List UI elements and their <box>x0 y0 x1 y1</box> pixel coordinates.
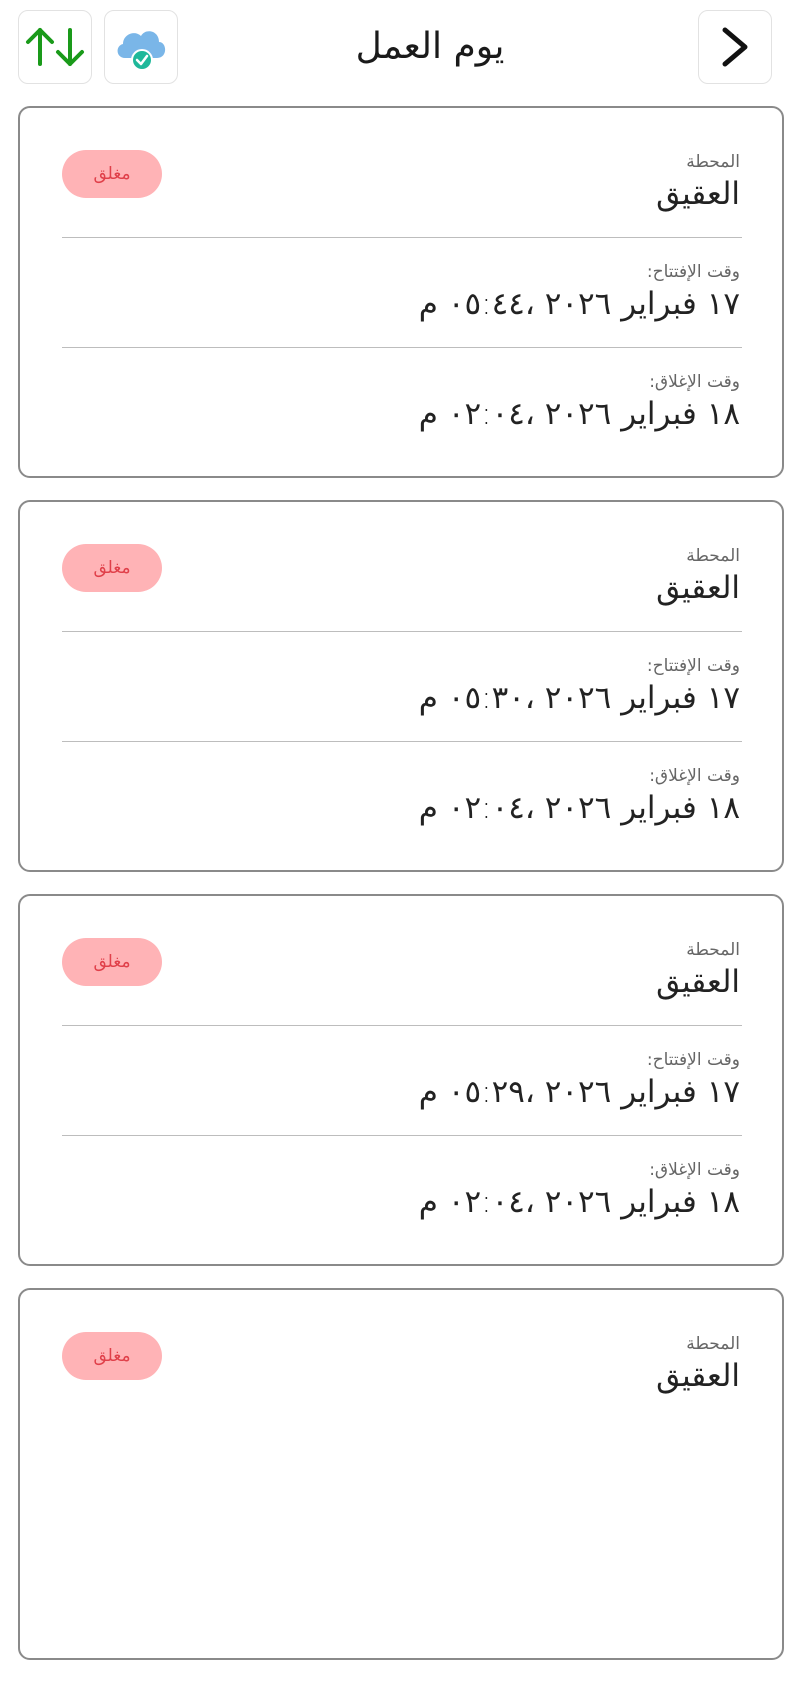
open-time-section: وقت الإفتتاح: ١٧ فبراير ٢٠٢٦ ،٠٥:٣٠ م <box>60 654 740 718</box>
close-time-section: وقت الإغلاق: ١٨ فبراير ٢٠٢٦ ،٠٢:٠٤ م <box>60 1158 740 1222</box>
app-header: يوم العمل <box>0 0 800 95</box>
workday-list: مغلق المحطة العقيق وقت الإفتتاح: ١٧ فبرا… <box>18 106 784 1682</box>
station-section: المحطة العقيق <box>60 150 740 214</box>
station-section: المحطة العقيق <box>60 938 740 1002</box>
station-section: المحطة العقيق <box>60 544 740 608</box>
close-time-label: وقت الإغلاق: <box>649 1160 740 1180</box>
close-time-value: ١٨ فبراير ٢٠٢٦ ،٠٢:٠٤ م <box>418 790 740 826</box>
station-label: المحطة <box>686 546 740 566</box>
cloud-sync-button[interactable] <box>104 10 178 84</box>
open-time-section: وقت الإفتتاح: ١٧ فبراير ٢٠٢٦ ،٠٥:٤٤ م <box>60 260 740 324</box>
open-time-value: ١٧ فبراير ٢٠٢٦ ،٠٥:٢٩ م <box>418 1074 740 1110</box>
workday-card[interactable]: مغلق المحطة العقيق وقت الإفتتاح: ١٧ فبرا… <box>18 106 784 478</box>
close-time-section: وقت الإغلاق: ١٨ فبراير ٢٠٢٦ ،٠٢:٠٤ م <box>60 764 740 828</box>
divider <box>62 631 742 632</box>
workday-card[interactable]: مغلق المحطة العقيق وقت الإفتتاح: ١٧ فبرا… <box>18 500 784 872</box>
divider <box>62 1025 742 1026</box>
divider <box>62 741 742 742</box>
station-value: العقيق <box>656 570 740 606</box>
close-time-value: ١٨ فبراير ٢٠٢٦ ،٠٢:٠٤ م <box>418 396 740 432</box>
sort-button[interactable] <box>18 10 92 84</box>
station-label: المحطة <box>686 1334 740 1354</box>
workday-card[interactable]: مغلق المحطة العقيق وقت الإفتتاح: ١٧ فبرا… <box>18 894 784 1266</box>
open-time-label: وقت الإفتتاح: <box>646 262 740 282</box>
station-label: المحطة <box>686 152 740 172</box>
station-value: العقيق <box>656 1358 740 1394</box>
open-time-value: ١٧ فبراير ٢٠٢٦ ،٠٥:٤٤ م <box>418 286 740 322</box>
divider <box>62 347 742 348</box>
chevron-right-icon <box>722 27 748 67</box>
station-section: المحطة العقيق <box>60 1332 740 1396</box>
close-time-section: وقت الإغلاق: ١٨ فبراير ٢٠٢٦ ،٠٢:٠٤ م <box>60 370 740 434</box>
station-value: العقيق <box>656 176 740 212</box>
close-time-label: وقت الإغلاق: <box>649 372 740 392</box>
open-time-value: ١٧ فبراير ٢٠٢٦ ،٠٥:٣٠ م <box>418 680 740 716</box>
divider <box>62 1135 742 1136</box>
sort-arrows-icon <box>26 28 84 66</box>
open-time-label: وقت الإفتتاح: <box>646 656 740 676</box>
divider <box>62 237 742 238</box>
station-label: المحطة <box>686 940 740 960</box>
cloud-synced-icon <box>117 31 166 71</box>
workday-card[interactable]: مغلق المحطة العقيق <box>18 1288 784 1660</box>
station-value: العقيق <box>656 964 740 1000</box>
close-time-label: وقت الإغلاق: <box>649 766 740 786</box>
page-title: يوم العمل <box>355 26 505 67</box>
close-time-value: ١٨ فبراير ٢٠٢٦ ،٠٢:٠٤ م <box>418 1184 740 1220</box>
open-time-section: وقت الإفتتاح: ١٧ فبراير ٢٠٢٦ ،٠٥:٢٩ م <box>60 1048 740 1112</box>
back-button[interactable] <box>698 10 772 84</box>
open-time-label: وقت الإفتتاح: <box>646 1050 740 1070</box>
